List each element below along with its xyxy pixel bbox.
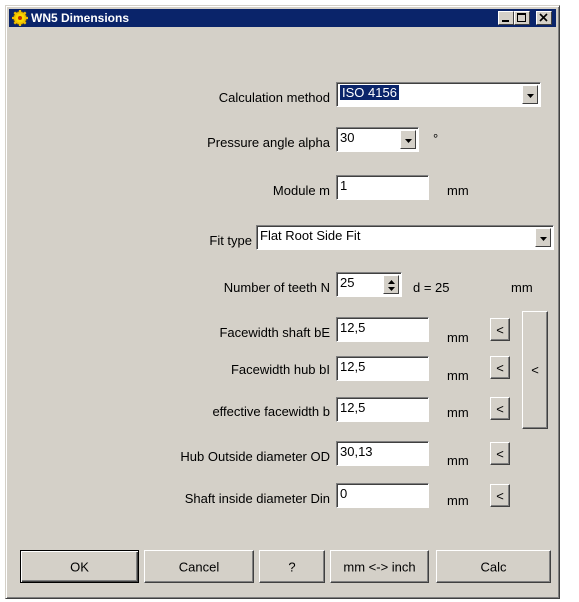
- close-icon: [539, 13, 548, 22]
- hub-od-input[interactable]: 30,13: [336, 441, 429, 466]
- chevron-down-icon: [405, 139, 412, 143]
- module-unit: mm: [447, 183, 469, 198]
- effective-facewidth-set-label: <: [496, 401, 504, 416]
- shaft-din-label: Shaft inside diameter Din: [184, 491, 330, 506]
- help-button[interactable]: ?: [259, 550, 325, 583]
- maximize-button[interactable]: [514, 11, 530, 25]
- module-label: Module m: [272, 183, 330, 198]
- set-all-facewidths-label: <: [531, 362, 539, 378]
- facewidth-shaft-label: Facewidth shaft bE: [219, 325, 330, 340]
- window-title: WN5 Dimensions: [31, 11, 130, 25]
- ok-button[interactable]: OK: [20, 550, 139, 583]
- facewidth-hub-set-button[interactable]: <: [490, 356, 510, 379]
- calc-method-dropdown-button[interactable]: [522, 85, 538, 104]
- facewidth-hub-label: Facewidth hub bI: [230, 362, 330, 377]
- pressure-angle-select[interactable]: 30: [336, 127, 419, 152]
- teeth-spinner[interactable]: 25: [336, 272, 402, 297]
- effective-facewidth-label: effective facewidth b: [212, 404, 330, 419]
- fit-type-select[interactable]: Flat Root Side Fit: [256, 225, 554, 250]
- facewidth-hub-set-label: <: [496, 360, 504, 375]
- shaft-din-set-button[interactable]: <: [490, 484, 510, 507]
- facewidth-shaft-input[interactable]: 12,5: [336, 317, 429, 342]
- facewidth-shaft-set-label: <: [496, 322, 504, 337]
- pressure-angle-label: Pressure angle alpha: [207, 135, 330, 150]
- calc-method-select[interactable]: ISO 4156: [336, 82, 541, 107]
- facewidth-hub-input[interactable]: 12,5: [336, 356, 429, 381]
- fit-type-value: Flat Root Side Fit: [260, 228, 361, 243]
- cancel-button[interactable]: Cancel: [144, 550, 254, 583]
- hub-od-unit: mm: [447, 453, 469, 468]
- teeth-d-value: d = 25: [413, 280, 450, 295]
- facewidth-shaft-set-button[interactable]: <: [490, 318, 510, 341]
- spin-up-down-icon: [388, 280, 395, 291]
- help-button-label: ?: [288, 559, 296, 574]
- unit-toggle-label: mm <-> inch: [343, 559, 416, 574]
- chevron-down-icon: [540, 237, 547, 241]
- fit-type-dropdown-button[interactable]: [535, 228, 551, 247]
- hub-od-set-label: <: [496, 446, 504, 461]
- minimize-icon: [502, 20, 509, 22]
- module-input[interactable]: 1: [336, 175, 429, 200]
- fit-type-label: Fit type: [209, 233, 252, 248]
- pressure-angle-unit: °: [433, 131, 439, 146]
- shaft-din-set-label: <: [496, 488, 504, 503]
- calc-button[interactable]: Calc: [436, 550, 551, 583]
- teeth-value: 25: [340, 275, 355, 290]
- hub-od-set-button[interactable]: <: [490, 442, 510, 465]
- close-button[interactable]: [536, 11, 552, 25]
- set-all-facewidths-button[interactable]: <: [522, 311, 548, 429]
- unit-toggle-button[interactable]: mm <-> inch: [330, 550, 429, 583]
- effective-facewidth-set-button[interactable]: <: [490, 397, 510, 420]
- calc-button-label: Calc: [480, 559, 507, 574]
- ok-button-label: OK: [70, 559, 89, 574]
- effective-facewidth-unit: mm: [447, 405, 469, 420]
- effective-facewidth-input[interactable]: 12,5: [336, 397, 429, 422]
- dialog-window: WN5 Dimensions Calculation method ISO 41…: [5, 5, 560, 599]
- calc-method-label: Calculation method: [218, 90, 330, 105]
- minimize-button[interactable]: [498, 11, 514, 25]
- teeth-spin-buttons[interactable]: [383, 275, 399, 294]
- hub-od-label: Hub Outside diameter OD: [180, 449, 330, 464]
- app-gear-icon: [12, 10, 28, 26]
- facewidth-shaft-unit: mm: [447, 330, 469, 345]
- title-bar[interactable]: WN5 Dimensions: [9, 9, 556, 27]
- shaft-din-input[interactable]: 0: [336, 483, 429, 508]
- cancel-button-label: Cancel: [178, 559, 220, 574]
- chevron-down-icon: [527, 94, 534, 98]
- shaft-din-unit: mm: [447, 493, 469, 508]
- teeth-label: Number of teeth N: [223, 280, 330, 295]
- pressure-angle-value: 30: [340, 130, 355, 145]
- maximize-icon: [517, 13, 526, 22]
- calc-method-value: ISO 4156: [340, 85, 399, 100]
- pressure-angle-dropdown-button[interactable]: [400, 130, 416, 149]
- facewidth-hub-unit: mm: [447, 368, 469, 383]
- teeth-unit: mm: [511, 280, 533, 295]
